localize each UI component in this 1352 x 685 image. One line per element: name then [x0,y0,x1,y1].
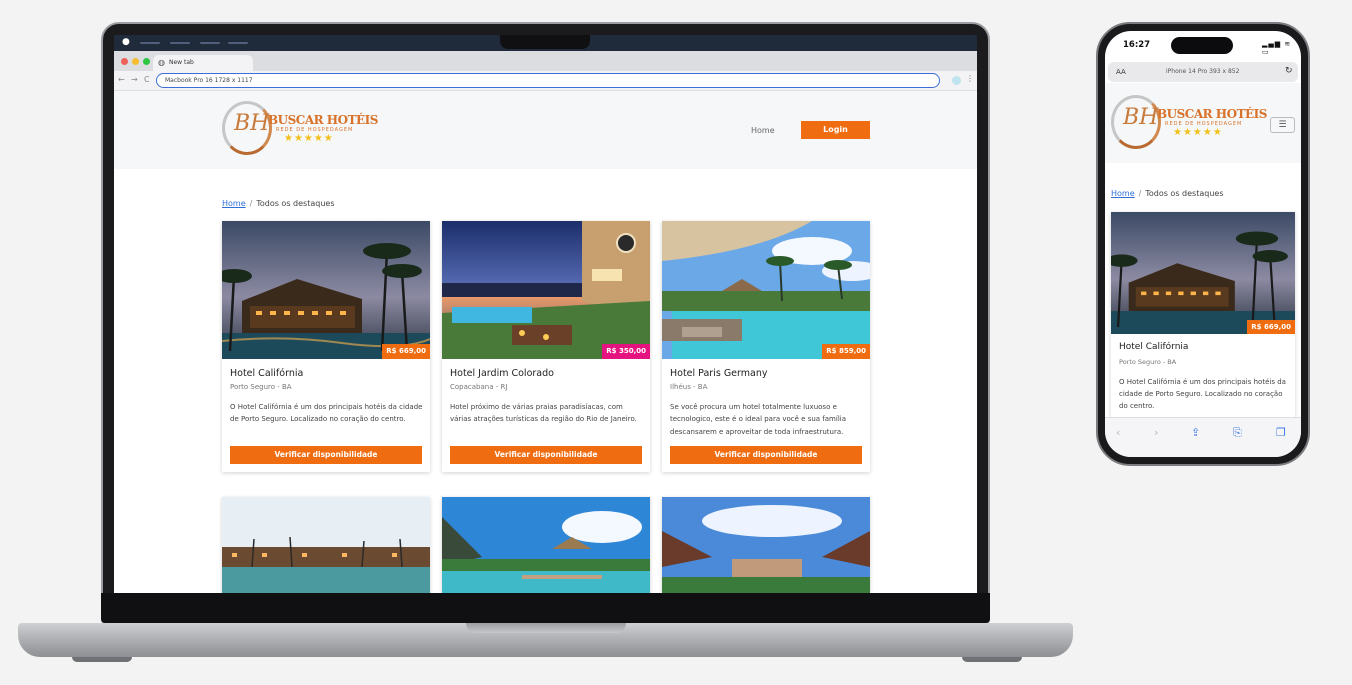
laptop-foot [72,657,132,662]
site-header: BH BUSCAR HOTÉIS REDE DE HOSPEDAGEM ★★★★… [1105,83,1301,163]
browser-tab-bar: ◍ New tab [114,51,977,71]
logo-monogram: BH [1123,105,1159,130]
forward-icon[interactable]: › [1154,426,1158,439]
menu-item[interactable] [170,42,190,44]
hotel-title: Hotel Paris Germany [670,368,768,379]
check-availability-button[interactable]: Verificar disponibilidade [450,446,642,464]
laptop-chin [101,593,990,623]
hotel-location: Ilhéus - BA [670,383,708,391]
nav-home-link[interactable]: Home [751,126,775,135]
browser-url-bar: ← → C Macbook Pro 16 1728 x 1117 ⋮ [114,71,977,91]
menu-item[interactable] [200,42,220,44]
hotel-image[interactable] [662,221,870,359]
hotel-description: O Hotel Califórnia é um dos principais h… [1119,378,1286,410]
hotel-image[interactable] [442,221,650,359]
logo-monogram: BH [234,111,270,136]
minimize-window-button[interactable] [132,58,139,65]
apple-icon: ● [122,37,130,47]
hotel-location: Porto Seguro - BA [1119,358,1177,366]
laptop-trackpad-notch [466,623,626,633]
phone-url[interactable]: iPhone 14 Pro 393 x 852 [1166,68,1239,75]
breadcrumb: Home / Todos os destaques [1111,189,1223,198]
laptop-foot [962,657,1022,662]
hamburger-icon[interactable]: ☰ [1270,117,1295,133]
hotel-description: Se você procura um hotel totalmente luxu… [670,403,846,436]
hotel-image[interactable] [442,497,650,593]
price-badge: R$ 350,00 [602,344,650,359]
check-availability-button[interactable]: Verificar disponibilidade [230,446,422,464]
hotel-card: R$ 859,00 Hotel Paris Germany Ilhéus - B… [662,221,870,472]
phone-address-bar[interactable]: AA iPhone 14 Pro 393 x 852 ↻ [1108,62,1298,82]
reload-icon[interactable]: ↻ [1285,66,1293,76]
hotel-title: Hotel Jardim Colorado [450,368,554,379]
price-badge: R$ 669,00 [382,344,430,359]
dynamic-island [1171,37,1233,54]
site-header: BH BUSCAR HOTÉIS REDE DE HOSPEDAGEM ★★★★… [114,91,977,169]
price-badge: R$ 669,00 [1247,320,1295,334]
address-input[interactable]: Macbook Pro 16 1728 x 1117 [156,73,940,88]
breadcrumb-home-link[interactable]: Home [222,199,246,208]
laptop-screen: ● ◍ New tab ← → C Macbook Pro 16 1728 x … [114,35,977,593]
hotel-description: Hotel próximo de várias praias paradisía… [450,403,637,424]
forward-icon[interactable]: → [131,75,138,84]
breadcrumb-current: Todos os destaques [256,199,335,208]
star-icon: ★★★★★ [284,133,334,144]
hotel-card [222,497,430,593]
more-menu-icon[interactable]: ⋮ [966,74,974,83]
hotel-title: Hotel Califórnia [230,368,304,379]
back-icon[interactable]: ← [118,75,125,84]
menu-item[interactable] [228,42,248,44]
hotel-title: Hotel Califórnia [1119,342,1189,352]
hotel-description: O Hotel Califórnia é um dos principais h… [230,403,423,424]
star-icon: ★★★★★ [1173,127,1223,138]
hotel-card: R$ 669,00 Hotel Califórnia Porto Seguro … [1111,212,1295,422]
close-window-button[interactable] [121,58,128,65]
hotel-location: Copacabana - RJ [450,383,508,391]
logo-brand: BUSCAR HOTÉIS [268,113,378,127]
share-icon[interactable]: ⇪ [1191,426,1200,439]
camera-notch [500,35,590,49]
hotel-image[interactable] [222,497,430,593]
logo-brand: BUSCAR HOTÉIS [1157,107,1267,121]
hotel-card [662,497,870,593]
globe-icon: ◍ [158,58,165,67]
signal-wifi-battery-icon: ▂▄▆ ≋ ▭ [1262,40,1292,56]
hotel-image[interactable] [662,497,870,593]
phone-browser-toolbar: ‹ › ⇪ ⎘ ❐ [1105,417,1301,457]
tabs-icon[interactable]: ❐ [1276,426,1286,439]
maximize-window-button[interactable] [143,58,150,65]
reload-icon[interactable]: C [144,75,150,84]
text-size-icon[interactable]: AA [1116,68,1126,76]
login-button[interactable]: Login [801,121,870,139]
phone-screen: 16:27 ▂▄▆ ≋ ▭ AA iPhone 14 Pro 393 x 852… [1105,31,1301,457]
breadcrumb-separator: / [1138,189,1142,198]
hotel-card: R$ 669,00 Hotel Califórnia Porto Seguro … [222,221,430,472]
tab-label: New tab [169,59,194,66]
hotel-card: R$ 350,00 Hotel Jardim Colorado Copacaba… [442,221,650,472]
hotel-image[interactable] [222,221,430,359]
menu-item[interactable] [140,42,160,44]
breadcrumb-home-link[interactable]: Home [1111,189,1135,198]
breadcrumb-separator: / [249,199,253,208]
hotel-location: Porto Seguro - BA [230,383,292,391]
breadcrumb: Home / Todos os destaques [222,199,334,208]
price-badge: R$ 859,00 [822,344,870,359]
check-availability-button[interactable]: Verificar disponibilidade [670,446,862,464]
browser-tab[interactable]: ◍ New tab [153,55,253,71]
hotel-card [442,497,650,593]
hotel-image[interactable] [1111,212,1295,334]
bookmarks-icon[interactable]: ⎘ [1233,426,1242,440]
extension-icon[interactable] [952,76,961,85]
site-logo[interactable]: BH BUSCAR HOTÉIS REDE DE HOSPEDAGEM ★★★★… [222,101,378,157]
back-icon[interactable]: ‹ [1116,426,1120,439]
status-time: 16:27 [1123,40,1151,50]
site-logo[interactable]: BH BUSCAR HOTÉIS REDE DE HOSPEDAGEM ★★★★… [1111,95,1267,151]
breadcrumb-current: Todos os destaques [1145,189,1224,198]
